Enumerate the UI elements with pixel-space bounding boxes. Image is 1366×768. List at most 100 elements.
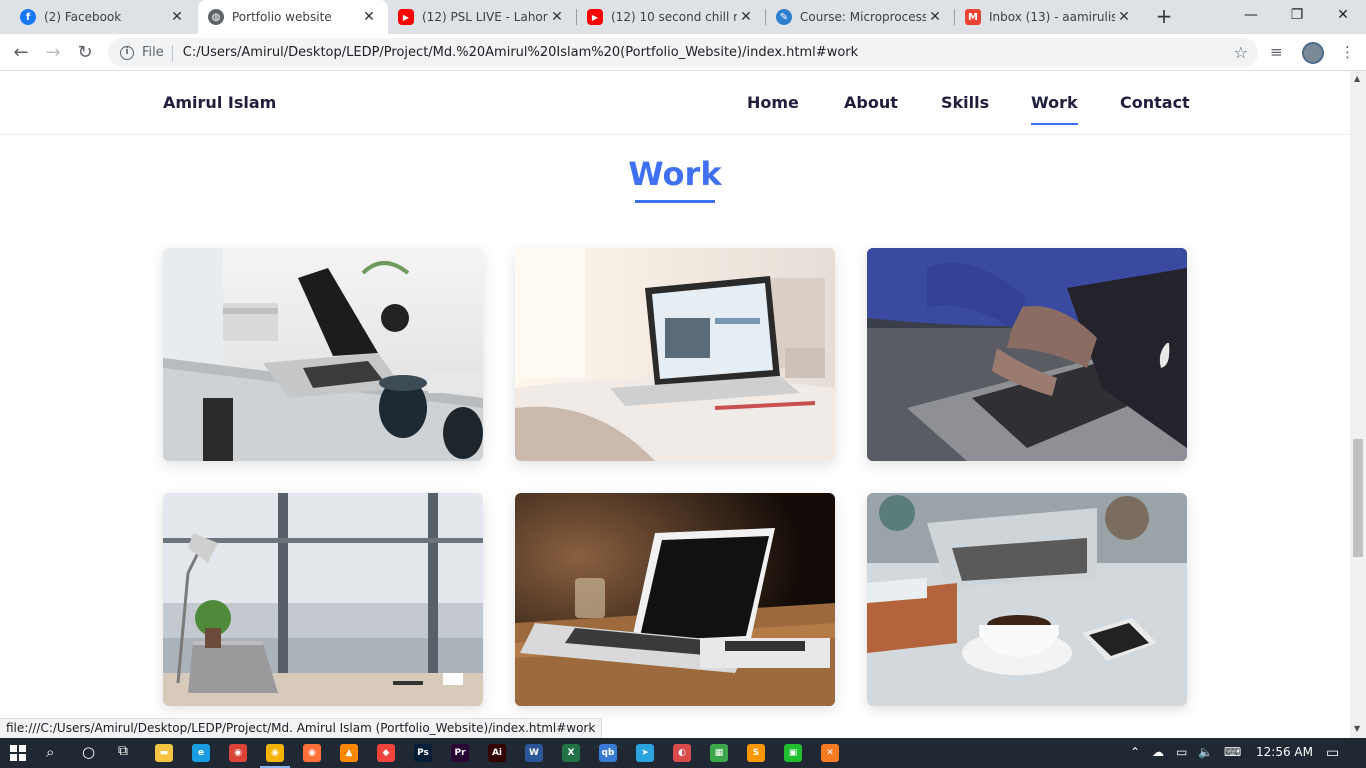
- photoshop-icon[interactable]: Ps: [414, 744, 432, 762]
- excel-icon[interactable]: X: [562, 744, 580, 762]
- onedrive-cloud-icon[interactable]: ☁: [1152, 745, 1164, 759]
- tab-label: (2) Facebook: [44, 10, 122, 24]
- facebook-icon: f: [20, 9, 36, 25]
- tab-chill-music[interactable]: ▶ (12) 10 second chill mu ✕: [577, 0, 765, 34]
- tab-facebook[interactable]: f (2) Facebook ✕: [10, 0, 196, 34]
- work-card[interactable]: [867, 493, 1187, 706]
- youtube-icon: ▶: [587, 9, 603, 25]
- work-card[interactable]: [515, 248, 835, 461]
- address-url[interactable]: C:/Users/Amirul/Desktop/LEDP/Project/Md.…: [183, 45, 858, 60]
- telegram-icon[interactable]: ➤: [636, 744, 654, 762]
- work-card[interactable]: [163, 248, 483, 461]
- scroll-down-arrow-icon[interactable]: ▼: [1354, 724, 1360, 733]
- notifications-icon[interactable]: ▭: [1326, 745, 1339, 761]
- close-tab-icon[interactable]: ✕: [737, 9, 755, 25]
- cortana-circle-icon[interactable]: ○: [82, 743, 95, 761]
- nav-skills[interactable]: Skills: [941, 93, 989, 112]
- tab-label: (12) 10 second chill mu: [611, 10, 737, 24]
- youtube-icon: ▶: [398, 9, 414, 25]
- work-image-typing-hands: [867, 248, 1187, 461]
- tab-label: (12) PSL LIVE - Lahore C: [422, 10, 548, 24]
- tray-chevron-up-icon[interactable]: ⌃: [1130, 745, 1140, 759]
- media-app-icon[interactable]: ◐: [673, 744, 691, 762]
- tab-label: Course: Microprocessor: [800, 10, 926, 24]
- volume-icon[interactable]: 🔈: [1198, 745, 1213, 759]
- minimize-icon[interactable]: —: [1228, 0, 1274, 30]
- scrollbar-thumb[interactable]: [1353, 439, 1363, 557]
- search-icon[interactable]: ⌕: [46, 743, 54, 761]
- globe-icon: ◍: [208, 9, 224, 25]
- firefox-icon[interactable]: ◉: [303, 744, 321, 762]
- premiere-icon[interactable]: Pr: [451, 744, 469, 762]
- work-card[interactable]: [867, 248, 1187, 461]
- tab-course-microprocessor[interactable]: ✎ Course: Microprocessor ✕: [766, 0, 954, 34]
- moodle-icon: ✎: [776, 9, 792, 25]
- profile-avatar[interactable]: [1302, 42, 1324, 64]
- page-viewport: Amirul Islam Home About Skills Work Cont…: [0, 71, 1350, 738]
- reload-icon[interactable]: ↻: [72, 40, 98, 66]
- site-header: Amirul Islam Home About Skills Work Cont…: [0, 71, 1350, 135]
- chrome-icon[interactable]: ◉: [260, 744, 290, 768]
- windows-start-icon[interactable]: [10, 745, 26, 761]
- info-icon[interactable]: i: [120, 45, 134, 60]
- close-window-icon[interactable]: ✕: [1320, 0, 1366, 30]
- colorful-app-icon[interactable]: ▦: [710, 744, 728, 762]
- task-view-icon[interactable]: ⧉: [118, 743, 128, 759]
- section-title-underline: [635, 200, 715, 203]
- bookmark-star-icon[interactable]: ☆: [1234, 43, 1248, 62]
- work-image-window-office: [163, 493, 483, 706]
- nav-home[interactable]: Home: [747, 93, 799, 112]
- scroll-up-arrow-icon[interactable]: ▲: [1354, 74, 1360, 83]
- anydesk-icon[interactable]: ◆: [377, 744, 395, 762]
- forward-arrow-icon[interactable]: →: [40, 40, 66, 66]
- nav-about[interactable]: About: [844, 93, 898, 112]
- tab-portfolio-website[interactable]: ◍ Portfolio website ✕: [198, 0, 388, 34]
- illustrator-icon[interactable]: Ai: [488, 744, 506, 762]
- work-image-laptop-desk: [163, 248, 483, 461]
- keyboard-icon[interactable]: ⌨: [1224, 745, 1241, 759]
- browser-tab-strip: f (2) Facebook ✕ ◍ Portfolio website ✕ ▶…: [0, 0, 1366, 34]
- link-status-bubble: file:///C:/Users/Amirul/Desktop/LEDP/Pro…: [0, 718, 603, 738]
- back-arrow-icon[interactable]: ←: [8, 40, 34, 66]
- tab-label: Inbox (13) - aamirulislan: [989, 10, 1115, 24]
- close-tab-icon[interactable]: ✕: [926, 9, 944, 25]
- taskbar-clock[interactable]: 12:56 AM: [1256, 745, 1313, 759]
- work-image-laptop-window: [515, 248, 835, 461]
- media-controls-icon[interactable]: ≡: [1270, 43, 1283, 61]
- edge-icon[interactable]: e: [192, 744, 210, 762]
- menu-kebab-icon[interactable]: ⋮: [1340, 43, 1355, 61]
- close-tab-icon[interactable]: ✕: [548, 9, 566, 25]
- xampp-icon[interactable]: ✕: [821, 744, 839, 762]
- work-card[interactable]: [515, 493, 835, 706]
- address-scheme: File: [142, 45, 164, 60]
- sublime-text-icon[interactable]: S: [747, 744, 765, 762]
- vlc-icon[interactable]: ▲: [340, 744, 358, 762]
- chrome-icon[interactable]: ◉: [229, 744, 247, 762]
- section-title: Work: [628, 155, 722, 193]
- gmail-icon: M: [965, 9, 981, 25]
- address-bar[interactable]: i File C:/Users/Amirul/Desktop/LEDP/Proj…: [108, 38, 1258, 67]
- new-tab-plus-icon[interactable]: +: [1153, 6, 1175, 28]
- word-icon[interactable]: W: [525, 744, 543, 762]
- page-scrollbar[interactable]: ▲ ▼: [1350, 71, 1366, 738]
- windows-taskbar: ⌕ ○ ⧉ ▬ e ◉ ◉ ◉ ▲ ◆ Ps Pr Ai W Xqb ➤ ◐ ▦ S ▣ ✕ ⌃ ☁ ▭ 🔈 ⌨ …: [0, 738, 1366, 768]
- tab-label: Portfolio website: [232, 10, 332, 24]
- tab-psl-live[interactable]: ▶ (12) PSL LIVE - Lahore C ✕: [388, 0, 576, 34]
- nav-work[interactable]: Work: [1031, 93, 1078, 125]
- restore-icon[interactable]: ❐: [1274, 0, 1320, 30]
- browser-toolbar: ← → ↻ i File C:/Users/Amirul/Desktop/LED…: [0, 34, 1366, 71]
- work-image-wooden-table: [515, 493, 835, 706]
- camtasia-icon[interactable]: ▣: [784, 744, 802, 762]
- file-explorer-icon[interactable]: ▬: [155, 744, 173, 762]
- work-image-coffee-desk: [867, 493, 1187, 706]
- close-tab-icon[interactable]: ✕: [360, 9, 378, 25]
- network-icon[interactable]: ▭: [1176, 745, 1187, 759]
- close-tab-icon[interactable]: ✕: [1115, 9, 1133, 25]
- site-brand[interactable]: Amirul Islam: [163, 93, 276, 112]
- tab-gmail-inbox[interactable]: M Inbox (13) - aamirulislan ✕: [955, 0, 1143, 34]
- close-tab-icon[interactable]: ✕: [168, 9, 186, 25]
- qbittorrent-icon[interactable]: qb: [599, 744, 617, 762]
- address-divider: [171, 44, 173, 61]
- work-card[interactable]: [163, 493, 483, 706]
- nav-contact[interactable]: Contact: [1120, 93, 1190, 112]
